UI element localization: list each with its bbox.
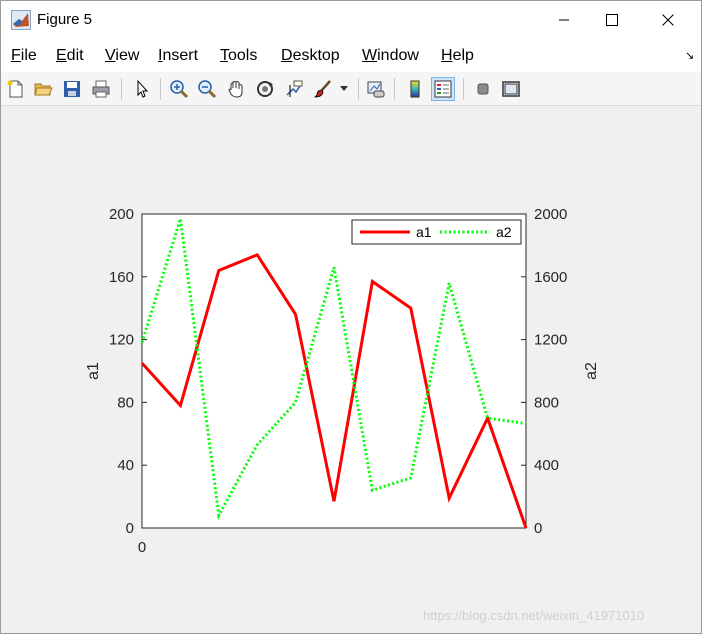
zoom-in-button[interactable]	[167, 77, 191, 101]
y-tick-label: 200	[109, 206, 134, 223]
x-tick-label: 0	[138, 539, 146, 556]
zoom-out-button[interactable]	[195, 77, 219, 101]
link-plot-button[interactable]	[364, 77, 388, 101]
plot-area	[142, 214, 526, 528]
pointer-button[interactable]	[130, 77, 154, 101]
y2-tick-label: 0	[534, 520, 542, 537]
menu-view[interactable]: View	[105, 47, 139, 65]
menu-desktop-mnemonic: D	[281, 47, 293, 64]
brush-button[interactable]	[311, 77, 335, 101]
menu-tools[interactable]: Tools	[220, 47, 257, 65]
figure-toolbar	[1, 72, 701, 106]
menu-edit-mnemonic: E	[56, 47, 67, 64]
menu-desktop[interactable]: Desktop	[281, 47, 340, 65]
menu-tools-rest: ools	[228, 47, 258, 64]
menu-insert-rest: nsert	[162, 47, 199, 64]
rotate-3d-button[interactable]	[253, 77, 277, 101]
toolbar-separator	[160, 78, 161, 100]
dock-arrow-icon[interactable]: ↘	[685, 49, 694, 62]
menu-help-rest: elp	[452, 47, 474, 64]
y2-tick-label: 400	[534, 457, 559, 474]
menu-help[interactable]: Help	[441, 47, 474, 65]
print-button[interactable]	[89, 77, 113, 101]
menu-edit-rest: dit	[66, 47, 84, 64]
show-plot-tools-icon	[502, 81, 520, 97]
menu-help-mnemonic: H	[441, 47, 453, 64]
menu-view-mnemonic: V	[105, 47, 116, 64]
toolbar-separator	[358, 78, 359, 100]
show-plot-tools-button[interactable]	[499, 77, 523, 101]
close-button[interactable]	[645, 1, 691, 39]
maximize-icon	[606, 14, 618, 26]
brush-icon	[314, 80, 331, 98]
y-tick-label: 80	[117, 394, 134, 411]
watermark-text: https://blog.csdn.net/weixin_41971010	[423, 608, 645, 623]
hide-plot-tools-icon	[477, 83, 489, 95]
figure-canvas: 0 40 80 120 160 200 0 400 800 1200 1600 2000 0 a1 a2 a…	[1, 107, 701, 633]
y-tick-label: 120	[109, 332, 134, 349]
window-title: Figure 5	[37, 11, 93, 28]
open-file-button[interactable]	[31, 77, 55, 101]
menu-edit[interactable]: Edit	[56, 47, 84, 65]
rotate-3d-icon	[257, 81, 273, 97]
matlab-icon	[11, 10, 31, 30]
new-figure-icon	[7, 80, 23, 98]
menu-insert[interactable]: Insert	[158, 47, 198, 65]
y2-tick-label: 2000	[534, 206, 567, 223]
brush-dropdown-button[interactable]	[337, 77, 351, 101]
colorbar-button[interactable]	[403, 77, 427, 101]
menu-view-rest: iew	[115, 47, 140, 64]
hide-plot-tools-button[interactable]	[471, 77, 495, 101]
save-icon	[64, 81, 80, 97]
brush-dropdown-icon	[340, 86, 348, 91]
minimize-button[interactable]	[541, 1, 587, 39]
y2-tick-label: 1600	[534, 269, 567, 286]
maximize-button[interactable]	[589, 1, 635, 39]
close-icon	[662, 14, 674, 26]
dual-axis-line-chart[interactable]: 0408012016020004008001200160020000a1 a2 a…	[1, 107, 701, 633]
menu-tools-mnemonic: T	[220, 47, 228, 64]
colorbar-icon	[410, 80, 420, 98]
pan-icon	[228, 81, 243, 98]
y2-tick-label: 800	[534, 394, 559, 411]
menu-window-rest: indow	[377, 47, 419, 64]
zoom-in-icon	[170, 80, 189, 99]
pointer-icon	[137, 79, 149, 98]
menu-window[interactable]: Window	[362, 47, 419, 65]
toolbar-separator	[121, 78, 122, 100]
legend-button[interactable]	[431, 77, 455, 101]
save-button[interactable]	[60, 77, 84, 101]
pan-button[interactable]	[224, 77, 248, 101]
title-bar[interactable]: Figure 5	[1, 1, 701, 39]
legend-icon	[434, 80, 452, 98]
menu-file-rest: ile	[20, 47, 37, 64]
y-tick-label: 160	[109, 269, 134, 286]
minimize-icon	[559, 19, 569, 21]
open-file-icon	[34, 83, 53, 96]
link-plot-icon	[367, 81, 385, 98]
menu-desktop-rest: esktop	[292, 47, 340, 64]
data-cursor-icon	[286, 80, 303, 97]
y2-tick-label: 1200	[534, 332, 567, 349]
y2-axis-label: a2	[583, 362, 600, 380]
print-icon	[92, 80, 110, 98]
new-figure-button[interactable]	[4, 77, 28, 101]
legend-label-a2: a2	[496, 224, 512, 240]
toolbar-separator	[394, 78, 395, 100]
menu-bar: File Edit View Insert Tools Desktop Wind…	[1, 39, 701, 72]
figure-window: Figure 5 File Edit View Insert Tools Des…	[0, 0, 702, 634]
toolbar-separator	[463, 78, 464, 100]
zoom-out-icon	[198, 80, 217, 99]
menu-file-mnemonic: F	[11, 47, 21, 64]
legend-label-a1: a1	[416, 224, 432, 240]
y-tick-label: 0	[126, 520, 134, 537]
menu-window-mnemonic: W	[362, 47, 378, 64]
y-tick-label: 40	[117, 457, 134, 474]
y-axis-label: a1	[85, 362, 102, 380]
data-cursor-button[interactable]	[282, 77, 306, 101]
menu-file[interactable]: File	[11, 47, 37, 65]
